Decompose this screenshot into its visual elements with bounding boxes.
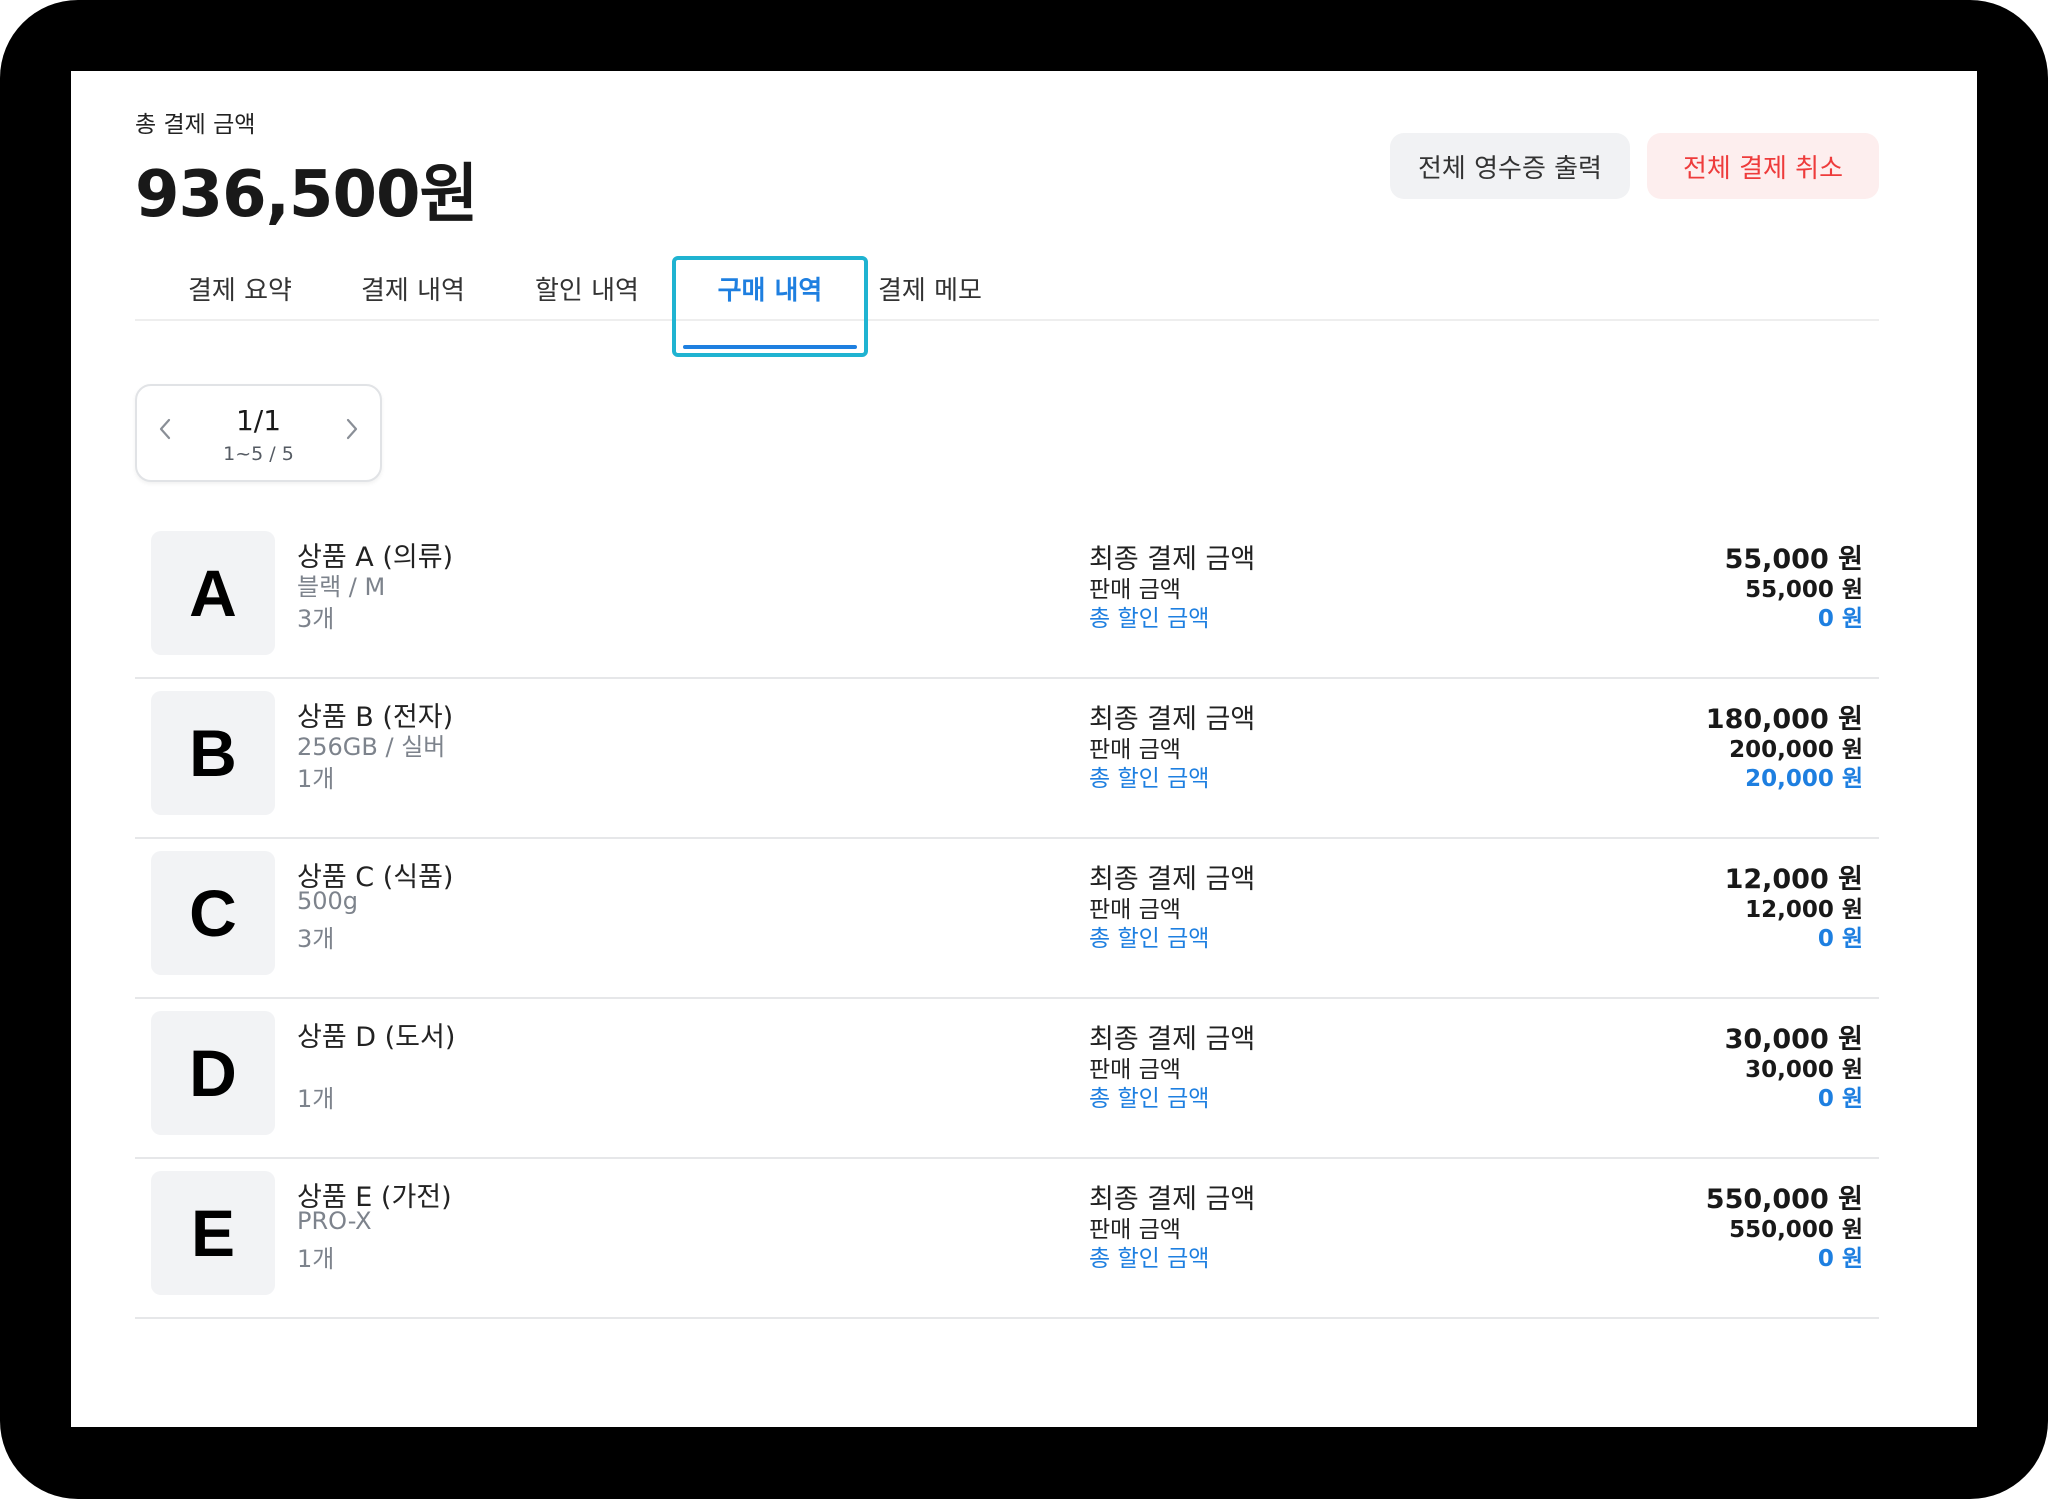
list-item[interactable]: A 상품 A (의류) 블랙 / M 3개 최종 결제 금액 판매 금액 총 할…: [135, 519, 1879, 679]
product-thumbnail: C: [151, 851, 275, 975]
tab-discount-history[interactable]: 할인 내역: [522, 255, 652, 321]
product-thumbnail: A: [151, 531, 275, 655]
product-option: 256GB / 실버: [297, 733, 446, 761]
pagination: 1/1 1~5 / 5: [135, 384, 382, 482]
discount-amount-value: 20,000 원: [1745, 766, 1863, 792]
tab-payment-memo[interactable]: 결제 메모: [865, 255, 995, 321]
product-thumbnail: E: [151, 1171, 275, 1295]
product-thumbnail: B: [151, 691, 275, 815]
product-quantity: 1개: [297, 765, 335, 793]
product-quantity: 3개: [297, 605, 335, 633]
total-amount: 936,500원: [135, 158, 478, 232]
product-name: 상품 D (도서): [297, 1022, 456, 1053]
product-option: 500g: [297, 887, 359, 915]
product-quantity: 3개: [297, 925, 335, 953]
print-all-receipts-button[interactable]: 전체 영수증 출력: [1390, 133, 1630, 199]
list-item[interactable]: D 상품 D (도서) 1개 최종 결제 금액 판매 금액 총 할인 금액 30…: [135, 999, 1879, 1159]
discount-amount-label: 총 할인 금액: [1089, 766, 1210, 792]
payment-detail-panel: 총 결제 금액 936,500원 전체 영수증 출력 전체 결제 취소 결제 요…: [135, 71, 1879, 1427]
discount-amount-value: 0 원: [1817, 1246, 1863, 1272]
chevron-right-icon[interactable]: [344, 416, 360, 449]
cancel-all-payments-button[interactable]: 전체 결제 취소: [1647, 133, 1879, 199]
list-item[interactable]: E 상품 E (가전) PRO-X 1개 최종 결제 금액 판매 금액 총 할인…: [135, 1159, 1879, 1319]
tab-payment-summary[interactable]: 결제 요약: [175, 255, 305, 321]
discount-amount-label: 총 할인 금액: [1089, 1246, 1210, 1272]
active-tab-indicator: [683, 345, 857, 349]
discount-amount-value: 0 원: [1817, 1086, 1863, 1112]
screen: 총 결제 금액 936,500원 전체 영수증 출력 전체 결제 취소 결제 요…: [71, 71, 1977, 1427]
total-label: 총 결제 금액: [135, 112, 256, 138]
list-item[interactable]: C 상품 C (식품) 500g 3개 최종 결제 금액 판매 금액 총 할인 …: [135, 839, 1879, 999]
product-option: 블랙 / M: [297, 573, 386, 601]
purchase-list: A 상품 A (의류) 블랙 / M 3개 최종 결제 금액 판매 금액 총 할…: [135, 519, 1879, 1319]
product-quantity: 1개: [297, 1245, 335, 1273]
product-thumbnail: D: [151, 1011, 275, 1135]
discount-amount-label: 총 할인 금액: [1089, 926, 1210, 952]
list-item[interactable]: B 상품 B (전자) 256GB / 실버 1개 최종 결제 금액 판매 금액…: [135, 679, 1879, 839]
discount-amount-value: 0 원: [1817, 926, 1863, 952]
discount-amount-label: 총 할인 금액: [1089, 606, 1210, 632]
tab-payment-history[interactable]: 결제 내역: [348, 255, 478, 321]
tab-purchase-history[interactable]: 구매 내역: [672, 255, 868, 321]
product-quantity: 1개: [297, 1085, 335, 1113]
discount-amount-value: 0 원: [1817, 606, 1863, 632]
product-option: PRO-X: [297, 1207, 372, 1235]
tab-bar: 결제 요약 결제 내역 할인 내역 구매 내역 결제 메모: [135, 255, 1879, 321]
device-frame: 총 결제 금액 936,500원 전체 영수증 출력 전체 결제 취소 결제 요…: [0, 0, 2048, 1499]
discount-amount-label: 총 할인 금액: [1089, 1086, 1210, 1112]
